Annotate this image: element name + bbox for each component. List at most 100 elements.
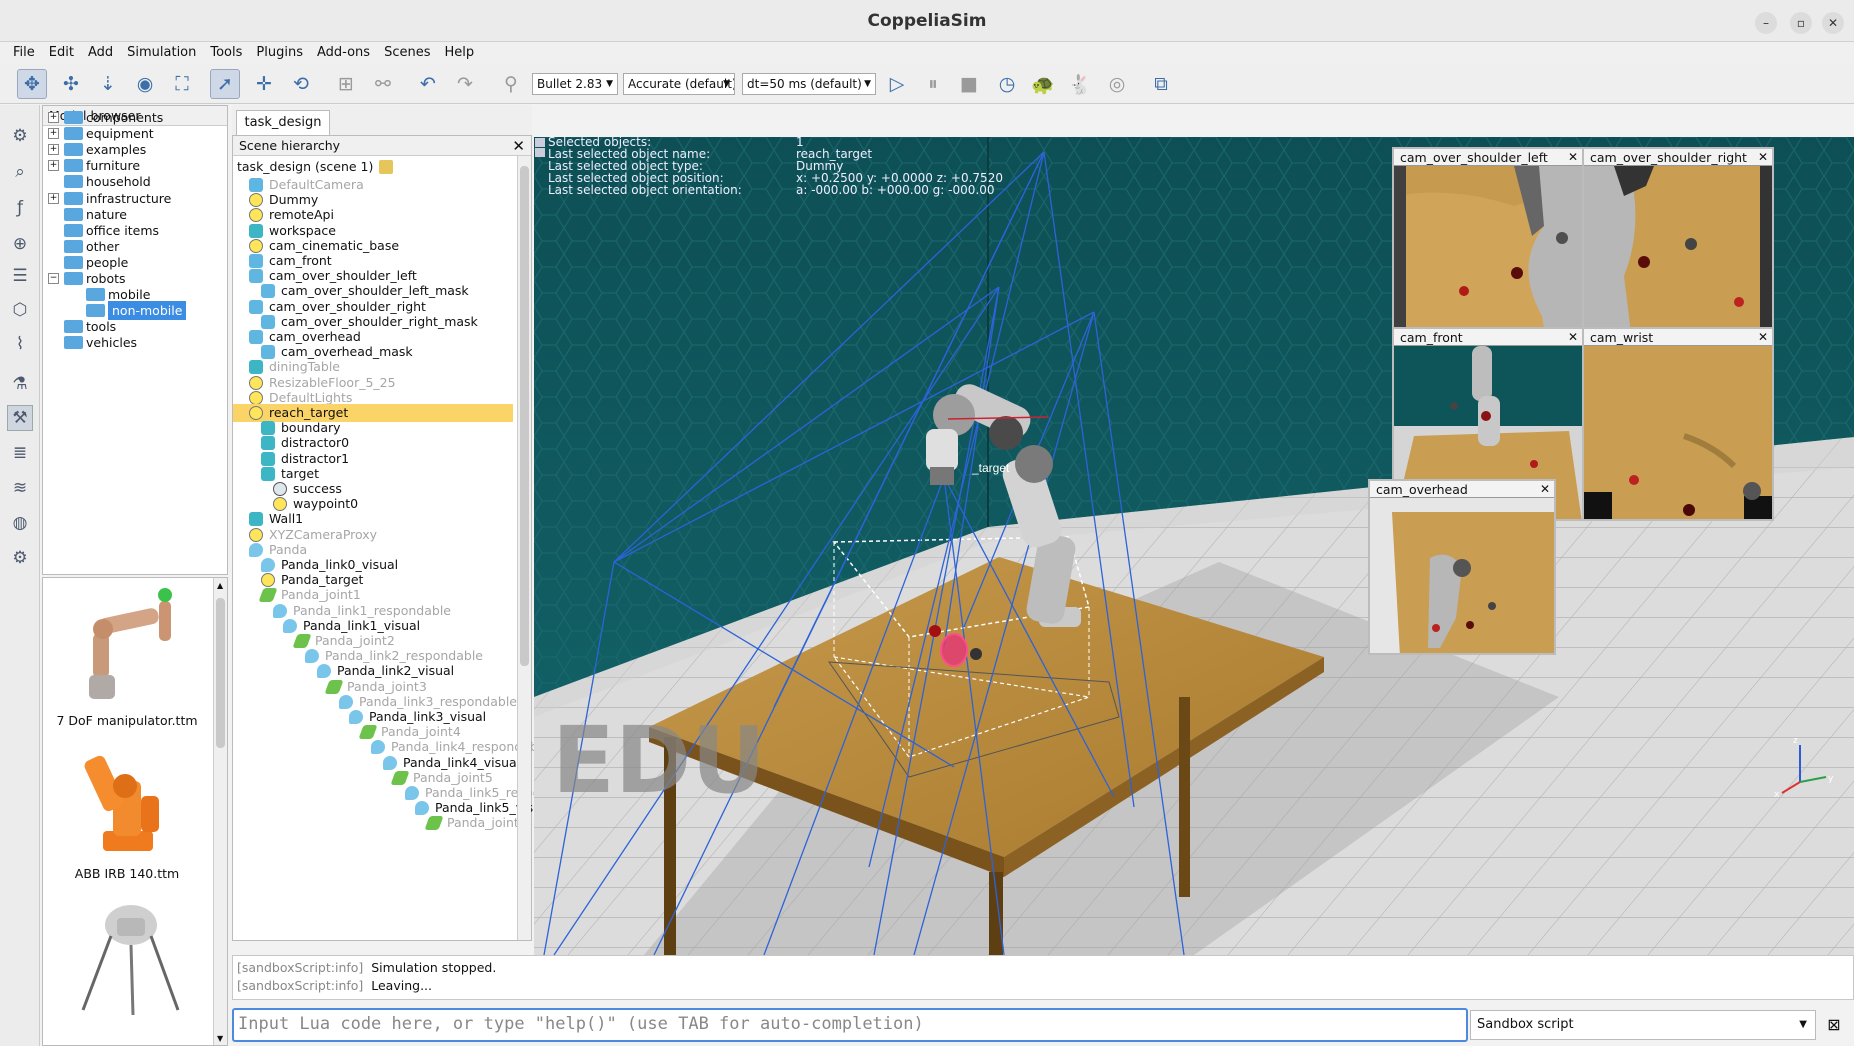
cam-view-overhead[interactable]: cam_overhead ✕ [1368,479,1556,655]
menu-addons[interactable]: Add-ons [310,42,377,64]
hierarchy-scrollbar[interactable] [517,156,531,940]
title-bar: CoppeliaSim – ▫ ✕ [0,0,1854,42]
abb-irb140-thumbnail[interactable] [63,736,203,861]
tab-task-design[interactable]: task_design [236,110,330,135]
menu-plugins[interactable]: Plugins [249,42,310,64]
object-rotate-icon[interactable]: ⟲ [286,69,316,99]
accuracy-select[interactable]: Accurate (default) ▼ [623,73,735,95]
close-icon[interactable]: ✕ [1540,481,1550,497]
undo-icon[interactable]: ↶ [413,69,443,99]
object-properties-icon[interactable]: ⚙ [7,123,33,149]
camera-icon [261,284,275,299]
scene-hierarchy-toggle-icon[interactable]: ≣ [7,440,33,466]
menu-edit[interactable]: Edit [42,42,81,64]
collapse-icon[interactable]: − [48,273,59,284]
minimize-button[interactable]: – [1755,12,1777,34]
shape-icon [383,755,397,770]
folder-icon [86,288,105,302]
3d-viewport[interactable]: _target EDU z x y Selected objects: 1 Last… [534,137,1854,955]
object-shift-icon[interactable]: ✛ [249,69,279,99]
transfer-dna-icon[interactable]: ⚯ [368,69,398,99]
expand-icon[interactable]: + [48,160,59,172]
lua-command-input[interactable]: Input Lua code here, or type "help()" (u… [232,1008,1468,1042]
console-source: [sandboxScript:info] [237,960,364,975]
folder-icon [64,207,83,221]
model-browser-toggle-icon[interactable]: ⚒ [7,405,33,431]
calculation-module-icon[interactable]: ƒ [7,195,33,221]
play-icon[interactable]: ▷ [882,69,912,99]
hierarchy-item-panda-joint6[interactable]: Panda_joint6 [233,814,527,832]
fit-to-view-icon[interactable]: ⛶ [167,69,197,99]
script-selector[interactable]: Sandbox script ▼ [1470,1010,1816,1040]
menu-tools[interactable]: Tools [203,42,249,64]
timestep-select[interactable]: dt=50 ms (default) ▼ [742,73,876,95]
shape-edit-icon[interactable]: ⬡ [7,297,33,323]
dummy-icon [249,390,263,405]
dummy-icon [249,527,263,542]
cam-view-over-shoulder-left[interactable]: cam_over_shoulder_left ✕ [1392,147,1584,357]
hierarchy-scroll-thumb[interactable] [520,166,529,666]
menu-add[interactable]: Add [81,42,120,64]
close-icon[interactable]: ✕ [1758,149,1768,165]
close-icon[interactable]: ✕ [1758,329,1768,345]
expand-icon[interactable]: + [48,128,59,140]
path-edit-icon[interactable]: ⌇ [7,331,33,357]
scroll-down-icon[interactable]: ▼ [217,1034,223,1043]
folder-icon[interactable] [379,160,393,174]
shape-icon [249,360,263,375]
menu-file[interactable]: File [6,42,42,64]
click-select-icon[interactable]: ➚ [210,69,240,99]
close-icon[interactable]: ✕ [1568,329,1578,345]
expand-icon[interactable]: + [48,144,59,156]
redo-icon[interactable]: ↷ [450,69,480,99]
expand-icon[interactable]: + [48,112,59,123]
pause-icon[interactable]: ⏸ [918,69,948,99]
dynamics-icon[interactable]: ⚲ [496,69,526,99]
close-icon[interactable]: ✕ [512,136,525,156]
search-icon[interactable]: ⌕ [7,159,33,185]
expand-icon[interactable]: + [48,192,59,204]
menu-help[interactable]: Help [437,42,481,64]
console-message: Leaving... [371,978,432,993]
user-settings-icon[interactable]: ⚙ [7,545,33,571]
maximize-button[interactable]: ▫ [1790,12,1812,34]
menu-simulation[interactable]: Simulation [120,42,203,64]
delta-robot-thumbnail[interactable] [63,890,203,1045]
realtime-icon[interactable]: ◷ [992,69,1022,99]
camera-rotate-icon[interactable]: ✣ [56,69,86,99]
shape-icon [317,664,331,679]
thumbnails-scroll-thumb[interactable] [216,598,225,748]
7dof-manipulator-thumbnail[interactable] [63,583,203,708]
close-icon[interactable]: ⊠ [1822,1012,1846,1038]
accuracy-value: Accurate (default) [628,77,735,91]
dummy-icon [249,406,263,420]
assemble-icon[interactable]: ⊞ [331,69,361,99]
thumbnails-scrollbar[interactable]: ▲ ▼ [213,578,227,1045]
engine-select[interactable]: Bullet 2.83 ▼ [532,73,618,95]
close-window-button[interactable]: ✕ [1822,12,1844,34]
model-folder-label: vehicles [86,335,138,351]
camera-angle-icon[interactable]: ◉ [130,69,160,99]
camera-shift-icon[interactable]: ⇣ [93,69,123,99]
scene-pages-icon[interactable]: ⧉ [1146,69,1176,99]
close-icon[interactable]: ✕ [1568,149,1578,165]
selection-icon[interactable]: ⚗ [7,371,33,397]
folder-icon [64,159,83,173]
visualization-toggle-icon[interactable]: ◎ [1102,69,1132,99]
slow-down-icon[interactable]: 🐢 [1028,69,1058,99]
shape-icon [261,558,275,572]
menu-scenes[interactable]: Scenes [377,42,437,64]
toolbar: ✥ ✣ ⇣ ◉ ⛶ ➚ ✛ ⟲ ⊞ ⚯ ↶ ↷ ⚲ Bullet 2.83 ▼ A… [0,64,1854,104]
layers-icon[interactable]: ≋ [7,475,33,501]
info-collapse-icon[interactable] [534,137,548,157]
camera-pan-icon[interactable]: ✥ [17,69,47,99]
scene-root[interactable]: task_design (scene 1) [233,158,513,176]
scroll-up-icon[interactable]: ▲ [217,581,223,590]
scripts-icon[interactable]: ☰ [7,263,33,289]
cam-view-over-shoulder-right[interactable]: cam_over_shoulder_right ✕ [1582,147,1774,357]
stop-icon[interactable]: ■ [954,69,984,99]
collections-icon[interactable]: ⊕ [7,231,33,257]
cam-view-wrist[interactable]: cam_wrist ✕ [1582,327,1774,521]
speed-up-icon[interactable]: 🐇 [1065,69,1095,99]
video-recorder-icon[interactable]: ◍ [7,510,33,536]
